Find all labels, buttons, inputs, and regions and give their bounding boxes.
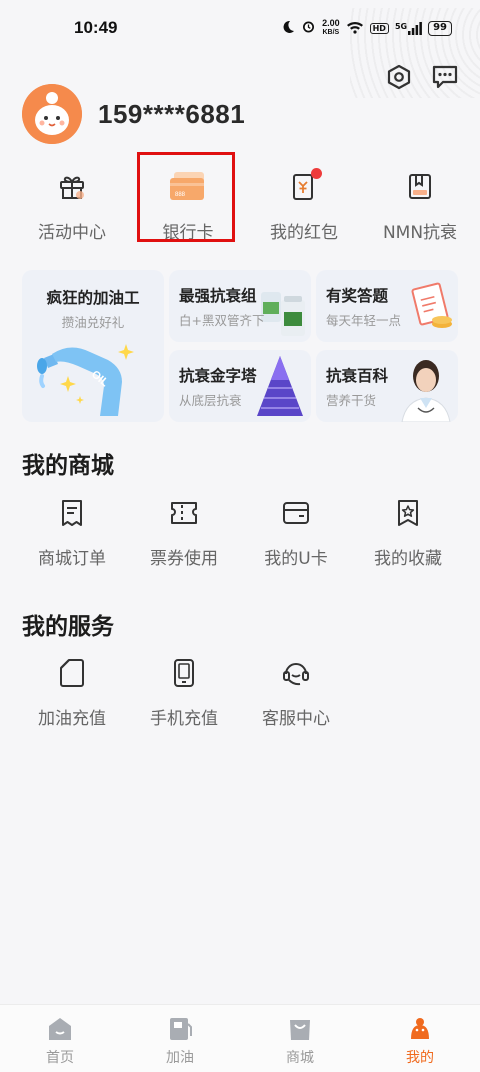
mall-orders[interactable]: 商城订单 bbox=[16, 498, 128, 569]
services-section-title: 我的服务 bbox=[22, 614, 114, 640]
promo-grid: 疯狂的加油工 攒油兑好礼 OIL 最强抗衰组 白+黑双管齐下 有奖答题 每天年轻… bbox=[22, 270, 458, 422]
service-fuel-recharge[interactable]: 加油充值 bbox=[16, 658, 128, 729]
phone-number: 159****6881 bbox=[98, 98, 246, 129]
promo-title: 有奖答题 bbox=[326, 287, 389, 305]
mall-favorites[interactable]: 我的收藏 bbox=[352, 498, 464, 569]
tab-fuel[interactable]: 加油 bbox=[120, 1005, 240, 1072]
promo-text: 抗衰金字塔 从底层抗衰 bbox=[179, 364, 257, 409]
gift-icon bbox=[52, 166, 92, 206]
grid-label: 手机充值 bbox=[150, 709, 218, 729]
grid-label: 客服中心 bbox=[262, 709, 330, 729]
tab-label: 加油 bbox=[166, 1050, 194, 1066]
services-grid: 加油充值 手机充值 客服中心 bbox=[0, 658, 480, 729]
mall-grid: 商城订单 票券使用 我的U卡 我的收藏 bbox=[0, 498, 480, 569]
quick-action-label: NMN抗衰 bbox=[382, 223, 458, 243]
bottom-tab-bar: 首页 加油 商城 我的 bbox=[0, 1004, 480, 1072]
top-actions bbox=[384, 64, 460, 94]
promo-title: 最强抗衰组 bbox=[179, 287, 257, 305]
tab-home[interactable]: 首页 bbox=[0, 1005, 120, 1072]
quick-action-activity-center[interactable]: 活动中心 bbox=[14, 160, 130, 250]
promo-prize-quiz[interactable]: 有奖答题 每天年轻一点 bbox=[316, 270, 458, 342]
quick-action-bank-card[interactable]: 888 银行卡 bbox=[130, 160, 246, 250]
card-icon bbox=[281, 498, 311, 528]
promo-subtitle: 从底层抗衰 bbox=[179, 393, 242, 408]
book-icon bbox=[400, 166, 440, 206]
pyramid-illustration bbox=[257, 356, 303, 416]
promo-title: 抗衰百科 bbox=[326, 367, 389, 385]
home-icon bbox=[46, 1015, 74, 1043]
profile-header[interactable]: 159****6881 bbox=[22, 84, 245, 144]
grid-label: 商城订单 bbox=[38, 549, 106, 569]
grid-label: 我的收藏 bbox=[374, 549, 442, 569]
promo-crazy-refueler[interactable]: 疯狂的加油工 攒油兑好礼 OIL bbox=[22, 270, 164, 422]
promo-title: 疯狂的加油工 bbox=[46, 289, 140, 307]
red-packet-icon bbox=[284, 166, 324, 206]
phone-icon bbox=[169, 658, 199, 688]
mall-u-card[interactable]: 我的U卡 bbox=[240, 498, 352, 569]
settings-button[interactable] bbox=[384, 64, 414, 94]
alarm-icon bbox=[301, 19, 316, 37]
fuel-card-icon bbox=[57, 658, 87, 688]
tab-label: 首页 bbox=[46, 1050, 74, 1066]
doctor-illustration bbox=[401, 360, 451, 422]
quick-action-label: 活动中心 bbox=[38, 223, 106, 243]
shopping-bag-icon bbox=[286, 1015, 314, 1043]
bank-card-icon: 888 bbox=[168, 166, 208, 206]
promo-subtitle: 每天年轻一点 bbox=[326, 313, 402, 328]
svg-text:888: 888 bbox=[175, 192, 186, 198]
promo-text: 有奖答题 每天年轻一点 bbox=[326, 284, 401, 329]
grid-label: 我的U卡 bbox=[264, 549, 328, 569]
order-icon bbox=[57, 498, 87, 528]
grid-label: 票券使用 bbox=[150, 549, 218, 569]
promo-text: 抗衰百科 营养干货 bbox=[326, 364, 388, 409]
status-time: 10:49 bbox=[74, 18, 118, 37]
tab-label: 我的 bbox=[406, 1050, 434, 1066]
message-icon bbox=[431, 64, 459, 94]
promo-text: 最强抗衰组 白+黑双管齐下 bbox=[179, 284, 264, 329]
promo-strongest-anti-aging[interactable]: 最强抗衰组 白+黑双管齐下 bbox=[169, 270, 311, 342]
avatar[interactable] bbox=[22, 84, 82, 144]
promo-subtitle: 白+黑双管齐下 bbox=[179, 313, 265, 328]
promo-anti-aging-encyclopedia[interactable]: 抗衰百科 营养干货 bbox=[316, 350, 458, 422]
fuel-nozzle-illustration: OIL bbox=[37, 344, 134, 416]
headset-icon bbox=[281, 658, 311, 688]
promo-anti-aging-pyramid[interactable]: 抗衰金字塔 从底层抗衰 bbox=[169, 350, 311, 422]
promo-subtitle: 营养干货 bbox=[326, 393, 377, 408]
notification-dot bbox=[311, 168, 322, 179]
profile-icon bbox=[406, 1015, 434, 1043]
message-button[interactable] bbox=[430, 64, 460, 94]
quick-action-label: 银行卡 bbox=[162, 223, 214, 243]
mall-tickets[interactable]: 票券使用 bbox=[128, 498, 240, 569]
fuel-icon bbox=[166, 1015, 194, 1043]
tab-label: 商城 bbox=[286, 1050, 314, 1066]
promo-title: 抗衰金字塔 bbox=[179, 367, 257, 385]
settings-hexagon-icon bbox=[386, 64, 412, 94]
net-speed: 2.00 KB/S bbox=[322, 18, 340, 37]
quick-action-label: 我的红包 bbox=[270, 223, 338, 243]
ticket-icon bbox=[169, 498, 199, 528]
service-customer-center[interactable]: 客服中心 bbox=[240, 658, 352, 729]
mall-section-title: 我的商城 bbox=[22, 453, 114, 479]
quick-action-nmn[interactable]: NMN抗衰 bbox=[362, 160, 478, 250]
quick-action-red-packet[interactable]: 我的红包 bbox=[246, 160, 362, 250]
service-phone-recharge[interactable]: 手机充值 bbox=[128, 658, 240, 729]
dnd-moon-icon bbox=[281, 20, 295, 37]
tab-me[interactable]: 我的 bbox=[360, 1005, 480, 1072]
favorite-icon bbox=[393, 498, 423, 528]
grid-label: 加油充值 bbox=[38, 709, 106, 729]
quick-actions: 活动中心 888 银行卡 我的红包 NMN抗衰 bbox=[0, 160, 480, 250]
quiz-clipboard-illustration bbox=[411, 282, 452, 328]
tab-mall[interactable]: 商城 bbox=[240, 1005, 360, 1072]
